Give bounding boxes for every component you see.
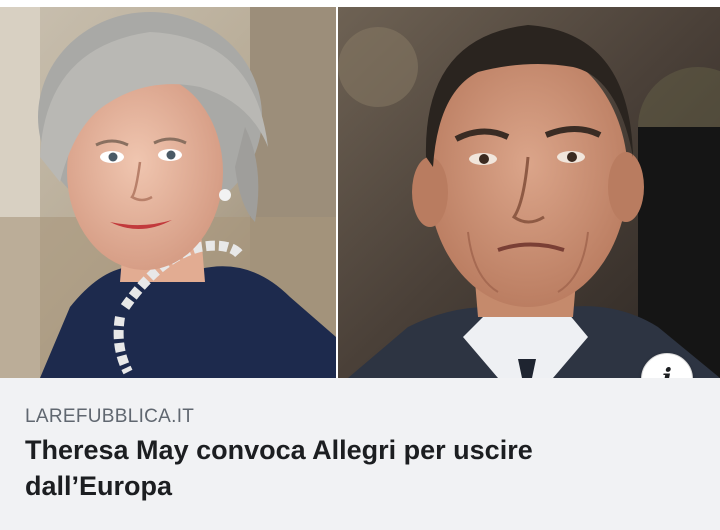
right-portrait-photo <box>338 7 720 378</box>
source-domain: LAREFUBBLICA.IT <box>25 406 195 427</box>
photo-collage[interactable] <box>0 0 720 378</box>
headline-line-1: Theresa May convoca Allegri per uscire <box>25 435 533 465</box>
link-caption[interactable]: LAREFUBBLICA.IT Theresa May convoca Alle… <box>0 378 720 530</box>
headline-line-2: dall’Europa <box>25 471 173 501</box>
link-preview-card[interactable]: i LAREFUBBLICA.IT Theresa May convoca Al… <box>0 0 720 530</box>
left-portrait-photo <box>0 7 336 378</box>
headline[interactable]: Theresa May convoca Allegri per uscire d… <box>25 432 665 504</box>
